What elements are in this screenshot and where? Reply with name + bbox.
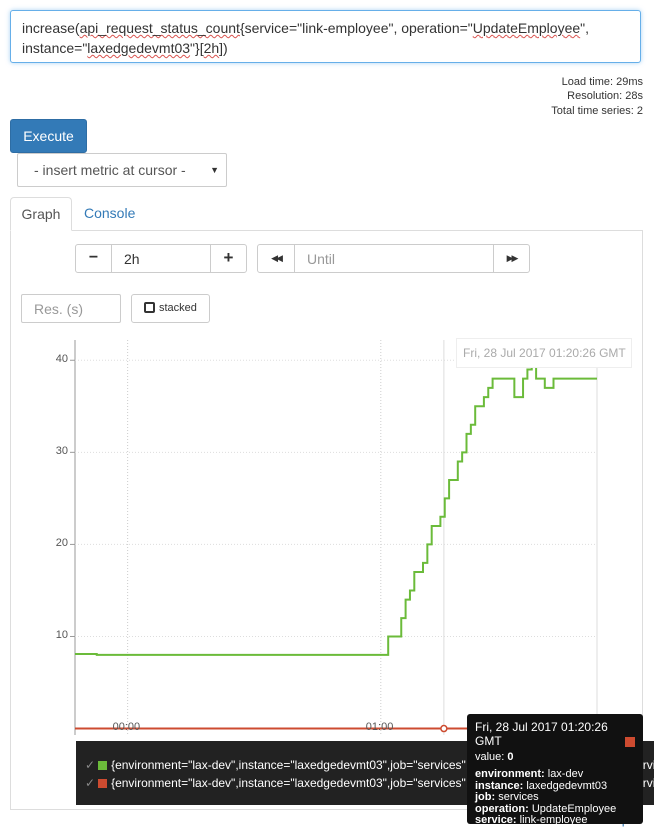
tooltip-value: 0 bbox=[507, 751, 514, 763]
tooltip-key: operation: bbox=[475, 802, 529, 815]
hover-point bbox=[440, 724, 448, 733]
check-icon: ✓ bbox=[85, 758, 96, 772]
tooltip-value-label: value: bbox=[475, 751, 505, 763]
series-line-1 bbox=[75, 350, 597, 656]
chart-series-layer bbox=[75, 350, 597, 733]
y-tick-label: 40 bbox=[55, 353, 68, 366]
tooltip-val: link-employee bbox=[519, 814, 588, 826]
hover-tooltip: Fri, 28 Jul 2017 01:20:26 GMT value: 0 e… bbox=[467, 714, 643, 837]
hover-time-label: Fri, 28 Jul 2017 01:20:26 GMT bbox=[456, 338, 632, 368]
tooltip-val: UpdateEmployee bbox=[531, 802, 617, 815]
tooltip-key: service: bbox=[475, 814, 517, 826]
y-tick-label: 30 bbox=[55, 445, 68, 458]
tooltip-swatch bbox=[625, 737, 635, 747]
y-tick-label: 20 bbox=[55, 537, 68, 550]
legend-swatch bbox=[98, 761, 108, 770]
x-tick-label: 01:00 bbox=[365, 721, 394, 733]
tooltip-key: job: bbox=[475, 791, 496, 803]
tooltip-key: instance: bbox=[475, 779, 524, 792]
tooltip-val: laxedgedevmt03 bbox=[526, 779, 608, 792]
chart-grid bbox=[70, 340, 598, 735]
tooltip-val: lax-dev bbox=[547, 768, 584, 780]
legend-swatch bbox=[98, 779, 108, 788]
chart-canvas[interactable] bbox=[0, 0, 657, 832]
tooltip-val: services bbox=[498, 791, 539, 803]
check-icon: ✓ bbox=[85, 776, 96, 790]
tooltip-time: Fri, 28 Jul 2017 01:20:26 GMT bbox=[475, 720, 608, 748]
x-tick-label: 00:00 bbox=[112, 721, 141, 733]
tooltip-key: environment: bbox=[475, 768, 545, 780]
y-tick-label: 10 bbox=[55, 629, 68, 642]
